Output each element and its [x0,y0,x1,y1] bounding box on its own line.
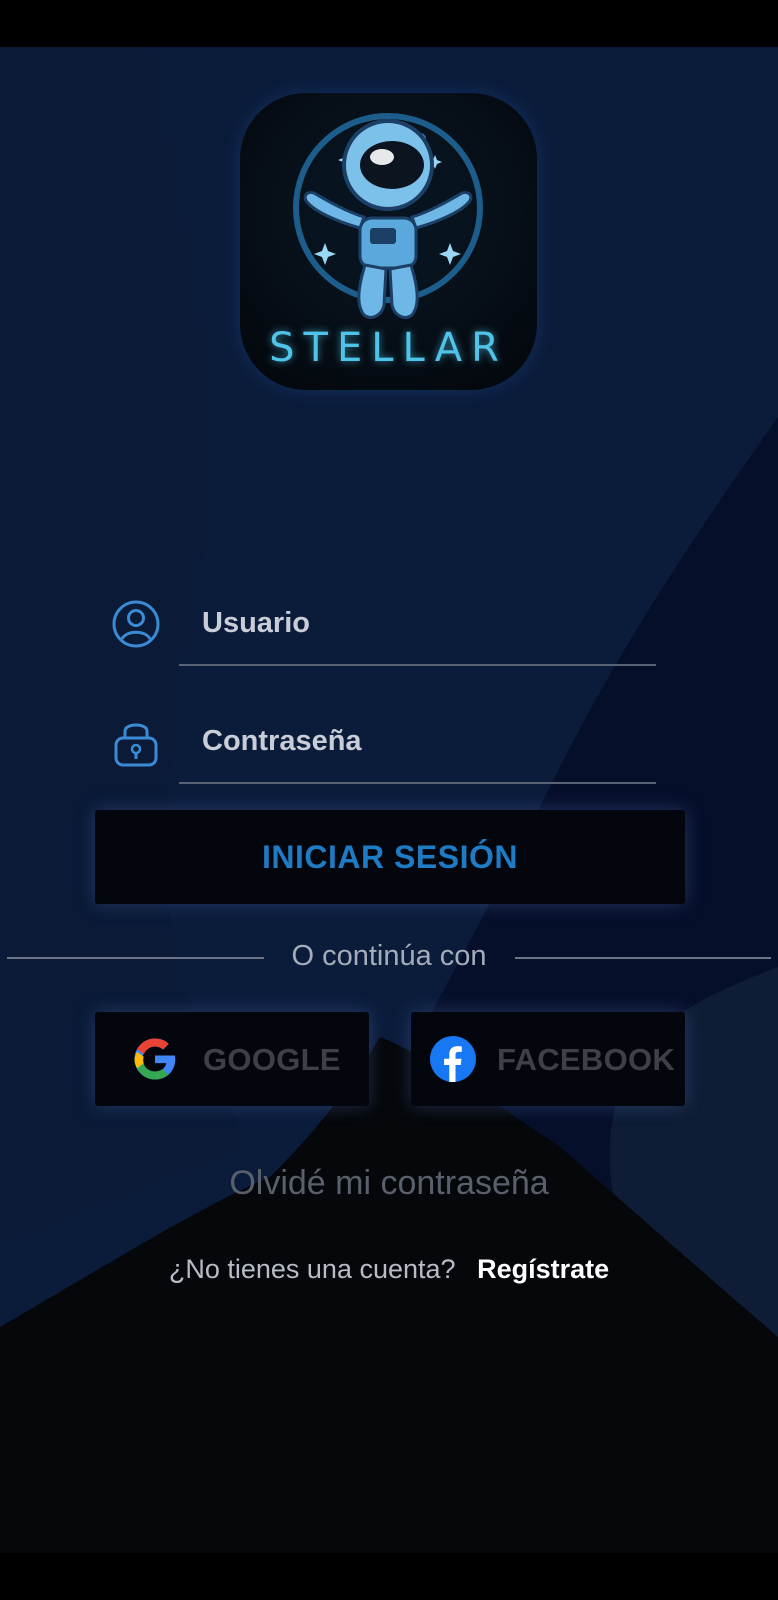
divider-label: O continúa con [291,940,487,972]
register-link[interactable]: Regístrate [477,1254,609,1284]
facebook-icon [430,1036,476,1082]
register-row: ¿No tienes una cuenta? Regístrate [0,1254,778,1285]
user-icon [112,600,160,648]
password-field [105,711,661,791]
register-question: ¿No tienes una cuenta? [168,1254,456,1284]
password-input[interactable] [198,716,661,766]
username-field [105,593,661,673]
navigation-bar [0,1553,778,1600]
facebook-button[interactable]: FACEBOOK [411,1012,685,1106]
facebook-label: FACEBOOK [497,1042,676,1077]
google-label: GOOGLE [203,1042,341,1077]
divider-line-left [7,957,264,959]
forgot-password-link[interactable]: Olvidé mi contraseña [0,1164,778,1203]
logo-wordmark: STELLAR [269,325,508,371]
lock-icon [114,723,158,767]
astronaut-logo: STELLAR [240,93,537,390]
username-input[interactable] [198,598,661,648]
google-icon [134,1038,176,1080]
username-underline [179,664,656,666]
password-underline [179,782,656,784]
status-bar [0,0,778,47]
login-button[interactable]: INICIAR SESIÓN [95,810,685,904]
divider-line-right [515,957,771,959]
google-button[interactable]: GOOGLE [95,1012,369,1106]
login-screen: STELLAR INICIAR SESIÓN O continúa con [0,0,778,1600]
